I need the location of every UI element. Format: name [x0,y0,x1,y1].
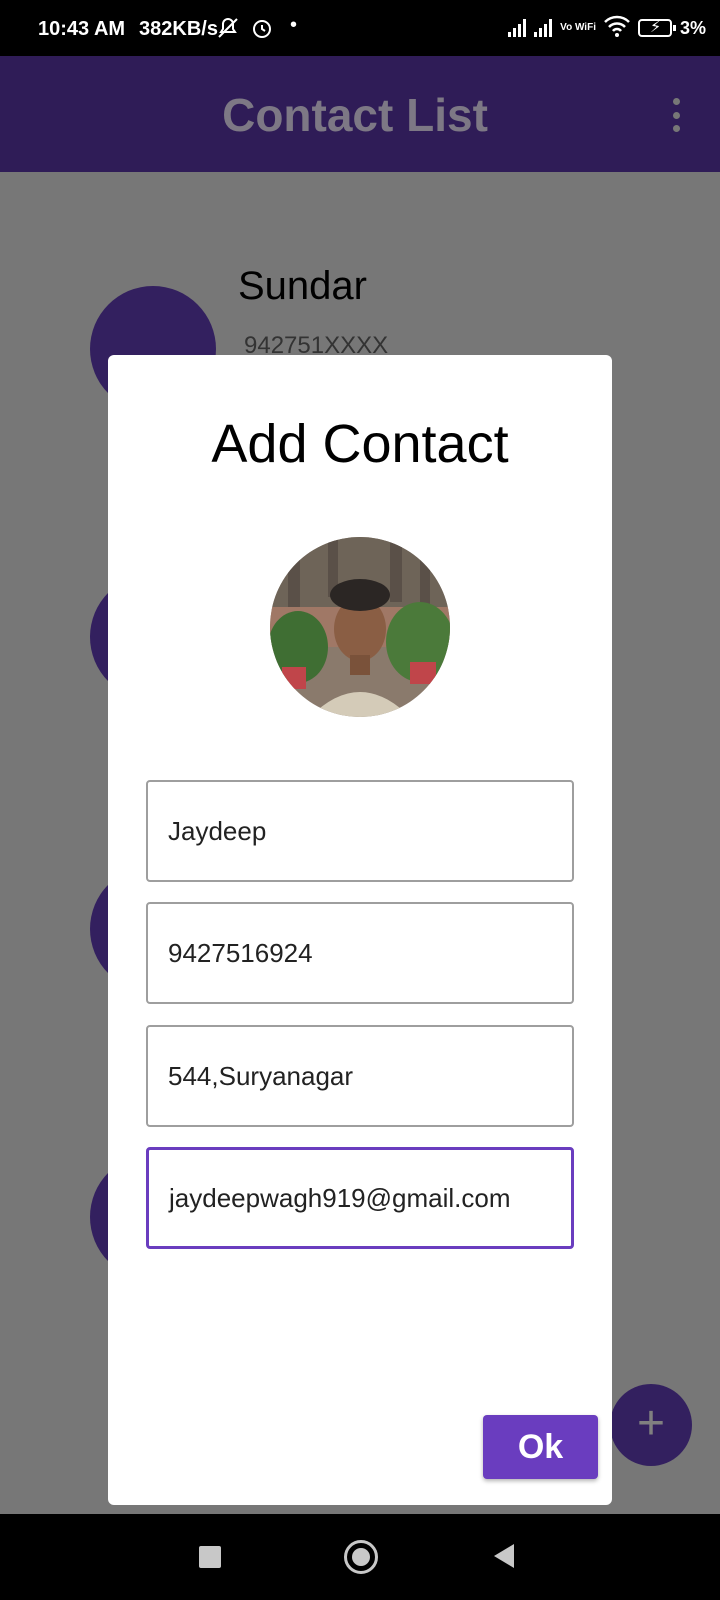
add-contact-fab[interactable]: + [610,1384,692,1466]
status-right-icons: Vo WiFi ⚡ 3% [508,14,706,42]
recents-icon[interactable] [199,1546,221,1568]
home-icon[interactable] [344,1540,378,1574]
address-field[interactable]: 544,Suryanagar [146,1025,574,1127]
wifi-icon [604,15,630,42]
notification-dot: • [290,14,298,36]
app-bar: Contact List [0,56,720,172]
back-icon[interactable] [494,1544,514,1568]
add-contact-dialog: Add Contact Jaydeep 9427516924 544,Surya… [108,355,612,1505]
battery-percent: 3% [679,17,706,38]
name-field[interactable]: Jaydeep [146,780,574,882]
status-time: 10:43 AM [38,18,126,40]
dialog-title: Add Contact [211,414,509,474]
email-field[interactable]: jaydeepwagh919@gmail.com [146,1147,574,1249]
alarm-icon [250,16,274,46]
contact-photo[interactable] [270,537,450,717]
battery-charging-icon: ⚡ [637,19,676,37]
page-title: Contact List [222,89,488,141]
vowifi-label: Vo WiFi [560,22,596,33]
status-network-speed: 382KB/s [139,18,218,40]
ok-button[interactable]: Ok [483,1415,598,1479]
phone-field[interactable]: 9427516924 [146,902,574,1004]
signal-icon [534,19,553,37]
status-bar: 10:43 AM 382KB/s • Vo WiFi ⚡ 3% [0,0,720,56]
mute-icon [216,16,240,46]
signal-icon [508,19,527,37]
more-options-icon[interactable] [666,98,686,132]
contact-name[interactable]: Sundar [238,264,367,309]
navigation-bar [0,1514,720,1600]
